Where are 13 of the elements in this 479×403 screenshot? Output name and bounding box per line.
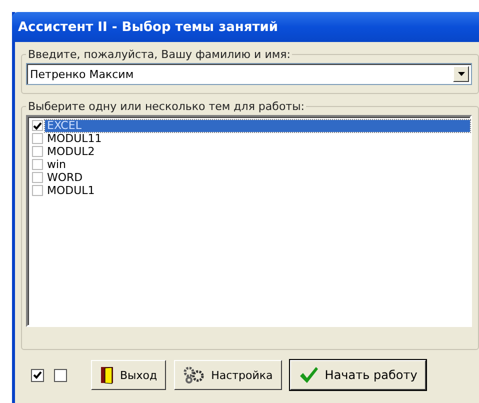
group-label: Введите, пожалуйста, Вашу фамилию и имя: [27, 48, 292, 61]
topic-item[interactable]: win [45, 158, 470, 170]
name-combo-box[interactable]: Петренко Максим [26, 63, 472, 85]
topic-item[interactable]: WORD [45, 172, 470, 184]
exit-button[interactable]: Выход [91, 360, 166, 390]
topic-item[interactable]: MODUL11 [45, 132, 470, 144]
topic-item[interactable]: MODUL1 [45, 184, 470, 196]
settings-button[interactable]: Настройка [174, 360, 282, 390]
start-button[interactable]: Начать работу [290, 360, 426, 390]
group-label: Выберите одну или несколько тем для работы: [27, 100, 306, 113]
topic-item[interactable]: EXCEL [45, 120, 470, 132]
window-title: Ассистент II - Выбор темы занятий [12, 12, 479, 42]
topic-item[interactable]: MODUL2 [45, 146, 470, 158]
